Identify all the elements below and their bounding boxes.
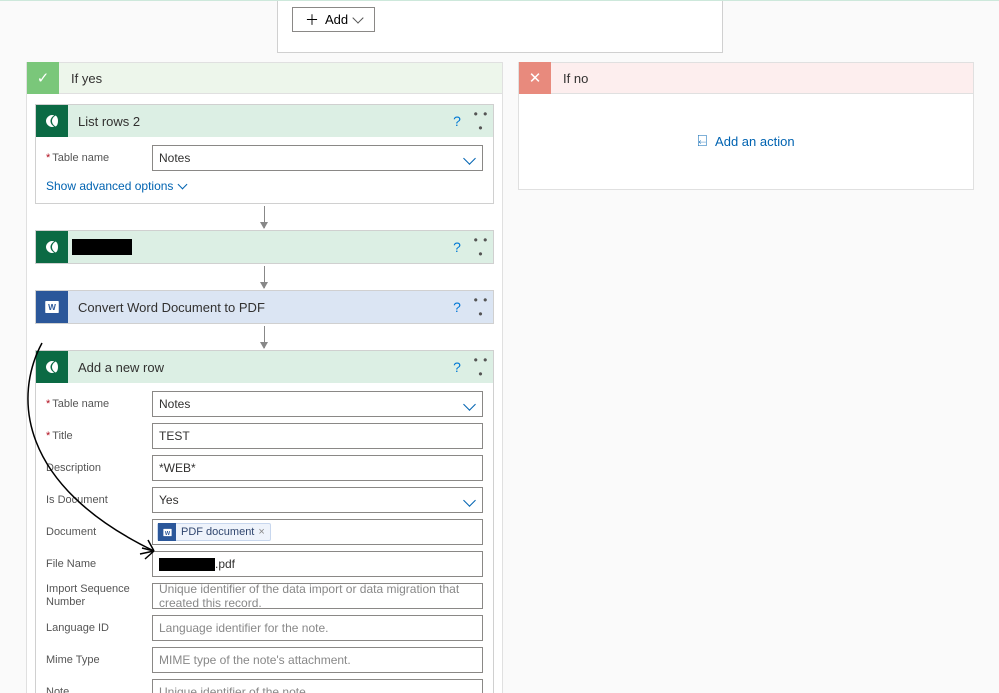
table-name-value: Notes: [159, 151, 190, 165]
title-input[interactable]: TEST: [152, 423, 483, 449]
if-yes-body: List rows 2 ? • • • Table name Notes Sho…: [26, 94, 503, 693]
dataverse-icon: [36, 231, 68, 263]
redacted-text: [159, 558, 215, 571]
flow-arrow: [264, 206, 265, 228]
help-icon[interactable]: ?: [445, 299, 469, 315]
action-body: Table name Notes Title TEST Description: [36, 383, 493, 693]
action-header: Add a new row ? • • •: [36, 351, 493, 383]
action-header: W Convert Word Document to PDF ? • • •: [36, 291, 493, 323]
flow-arrow: [264, 266, 265, 288]
more-icon[interactable]: • • •: [469, 353, 493, 381]
table-name-select[interactable]: Notes: [152, 145, 483, 171]
add-condition-button[interactable]: ＋ Add: [292, 7, 375, 32]
help-icon[interactable]: ?: [445, 113, 469, 129]
label-document: Document: [46, 526, 152, 538]
check-icon: ✓: [27, 62, 59, 94]
more-icon[interactable]: • • •: [469, 233, 493, 261]
close-icon: ✕: [519, 62, 551, 94]
help-icon[interactable]: ?: [445, 239, 469, 255]
if-yes-label: If yes: [59, 71, 102, 86]
action-title: Add a new row: [68, 360, 445, 375]
document-input[interactable]: W PDF document ×: [152, 519, 483, 545]
label-file-name: File Name: [46, 558, 152, 570]
label-table-name: Table name: [46, 398, 152, 410]
action-title: List rows 2: [68, 114, 445, 129]
add-action-link[interactable]: ⍇ Add an action: [697, 134, 794, 150]
show-advanced-link[interactable]: Show advanced options: [46, 179, 186, 193]
help-icon[interactable]: ?: [445, 359, 469, 375]
add-button-label: Add: [325, 12, 348, 27]
label-description: Description: [46, 462, 152, 474]
dynamic-token-pdf-document[interactable]: W PDF document ×: [157, 523, 271, 541]
svg-text:W: W: [48, 303, 56, 312]
action-add-new-row[interactable]: Add a new row ? • • • Table name Notes T…: [35, 350, 494, 693]
chevron-down-icon: [463, 398, 476, 411]
add-action-label: Add an action: [715, 134, 795, 149]
label-table-name: Table name: [46, 152, 152, 164]
chevron-down-icon: [178, 180, 188, 190]
chevron-down-icon: [463, 152, 476, 165]
if-no-label: If no: [551, 71, 588, 86]
mime-type-input[interactable]: MIME type of the note's attachment.: [152, 647, 483, 673]
description-input[interactable]: *WEB*: [152, 455, 483, 481]
if-yes-header: ✓ If yes: [26, 62, 503, 94]
import-seq-input[interactable]: Unique identifier of the data import or …: [152, 583, 483, 609]
advanced-label: Show advanced options: [46, 179, 173, 193]
label-title: Title: [46, 430, 152, 442]
action-title-redacted: [72, 239, 132, 255]
label-note: Note: [46, 686, 152, 693]
language-id-input[interactable]: Language identifier for the note.: [152, 615, 483, 641]
if-no-body: ⍇ Add an action: [518, 94, 974, 190]
token-remove[interactable]: ×: [258, 526, 264, 538]
label-language-id: Language ID: [46, 622, 152, 634]
action-convert-word-to-pdf[interactable]: W Convert Word Document to PDF ? • • •: [35, 290, 494, 324]
word-icon: W: [36, 291, 68, 323]
svg-text:W: W: [164, 530, 170, 536]
file-name-input[interactable]: .pdf: [152, 551, 483, 577]
dataverse-icon: [36, 351, 68, 383]
label-mime-type: Mime Type: [46, 654, 152, 666]
is-document-select[interactable]: Yes: [152, 487, 483, 513]
chevron-down-icon: [463, 494, 476, 507]
if-no-header: ✕ If no: [518, 62, 974, 94]
flow-designer-canvas: ＋ Add ✓ If yes ✕ If no ⍇ Add an action L…: [0, 0, 999, 693]
action-body: Table name Notes Show advanced options: [36, 137, 493, 203]
table-name-select[interactable]: Notes: [152, 391, 483, 417]
plus-icon: ＋: [305, 13, 319, 27]
action-list-rows-2[interactable]: List rows 2 ? • • • Table name Notes Sho…: [35, 104, 494, 204]
action-header: List rows 2 ? • • •: [36, 105, 493, 137]
label-import-seq: Import Sequence Number: [46, 583, 152, 608]
action-title: Convert Word Document to PDF: [68, 300, 445, 315]
more-icon[interactable]: • • •: [469, 107, 493, 135]
chevron-down-icon: [352, 12, 363, 23]
action-header: ? • • •: [36, 231, 493, 263]
word-icon: W: [158, 523, 176, 541]
action-redacted[interactable]: ? • • •: [35, 230, 494, 264]
condition-card-bottom: ＋ Add: [277, 1, 723, 53]
more-icon[interactable]: • • •: [469, 293, 493, 321]
note-input[interactable]: Unique identifier of the note.: [152, 679, 483, 693]
label-is-document: Is Document: [46, 494, 152, 506]
flow-arrow: [264, 326, 265, 348]
dataverse-icon: [36, 105, 68, 137]
